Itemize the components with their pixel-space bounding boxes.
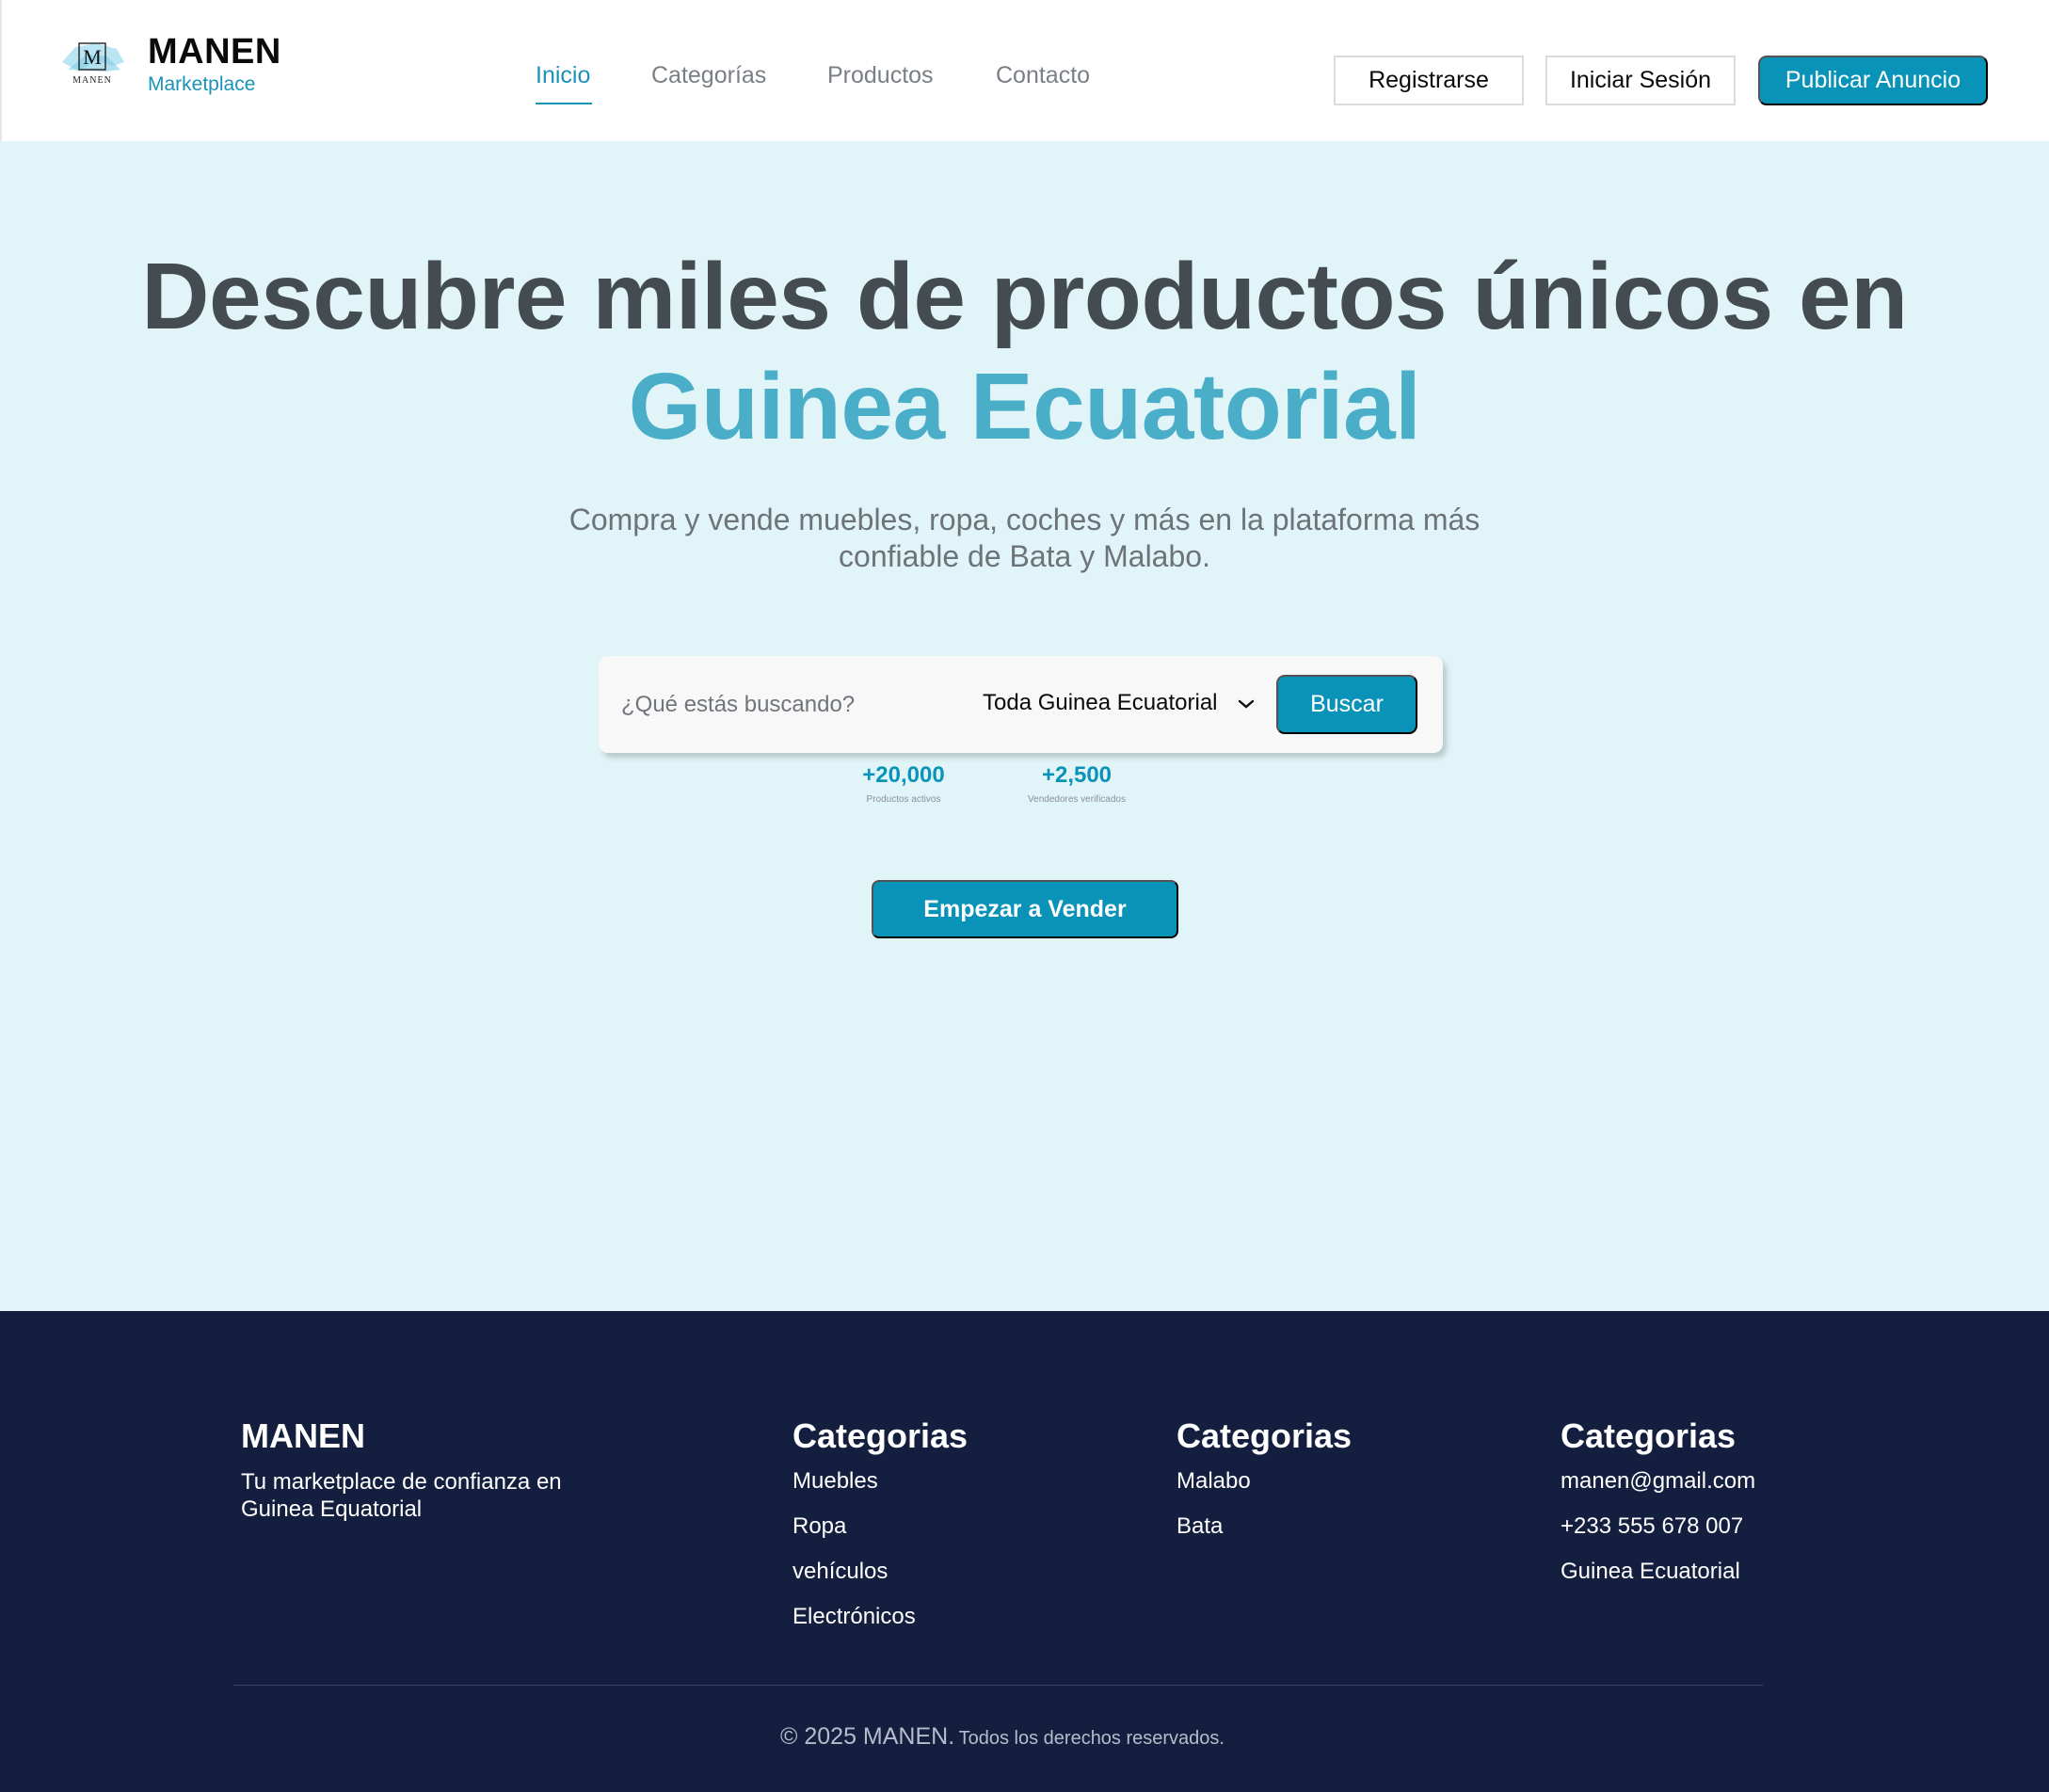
footer-phone-link[interactable]: +233 555 678 007 (1561, 1513, 1743, 1540)
stat-value: +20,000 (862, 762, 945, 788)
stat-products: +20,000 Productos activos (847, 762, 960, 805)
footer-column-title: Categorias (792, 1416, 968, 1455)
footer-location-text: Guinea Ecuatorial (1561, 1559, 1740, 1584)
location-select[interactable]: Toda Guinea Ecuatorial (983, 690, 1218, 716)
search-button[interactable]: Buscar (1276, 675, 1417, 734)
copyright: © 2025 MANEN. Todos los derechos reserva… (0, 1723, 2005, 1751)
nav-link-contacto[interactable]: Contacto (996, 62, 1090, 89)
stat-value: +2,500 (1041, 762, 1113, 788)
footer-link-muebles[interactable]: Muebles (792, 1468, 878, 1495)
svg-text:M: M (83, 45, 102, 69)
nav-link-categorias[interactable]: Categorías (651, 62, 766, 89)
footer-link-bata[interactable]: Bata (1177, 1513, 1223, 1540)
chevron-down-icon[interactable] (1237, 697, 1256, 711)
footer-column-title: Categorias (1561, 1416, 1737, 1455)
footer-brand: MANEN (241, 1416, 365, 1455)
top-navbar: M MANEN MANEN Marketplace Inicio Categor… (0, 0, 2049, 141)
brand-name[interactable]: MANEN (148, 32, 281, 72)
hero-title: Descubre miles de productos únicos en (141, 244, 1908, 349)
login-button[interactable]: Iniciar Sesión (1545, 56, 1736, 105)
copyright-main: © 2025 MANEN. (780, 1723, 955, 1750)
footer-email-link[interactable]: manen@gmail.com (1561, 1468, 1755, 1495)
search-input[interactable] (621, 688, 941, 722)
stat-label: Vendedores verificados (1028, 794, 1126, 805)
start-selling-button[interactable]: Empezar a Vender (872, 880, 1178, 938)
manen-logo-icon[interactable]: M MANEN (58, 34, 126, 94)
footer-link-malabo[interactable]: Malabo (1177, 1468, 1251, 1495)
svg-text:MANEN: MANEN (72, 75, 112, 86)
brand-subtitle: Marketplace (148, 73, 256, 95)
stat-sellers: +2,500 Vendedores verificados (1011, 762, 1143, 805)
footer-tagline: Tu marketplace de confianza en Guinea Eq… (241, 1469, 562, 1522)
publish-ad-button[interactable]: Publicar Anuncio (1758, 56, 1988, 105)
hero-title-highlight: Guinea Ecuatorial (628, 354, 1421, 459)
copyright-rest: Todos los derechos reservados. (958, 1728, 1225, 1749)
nav-link-inicio[interactable]: Inicio (536, 62, 590, 89)
footer-divider (233, 1685, 1763, 1686)
stat-label: Productos activos (866, 794, 941, 805)
footer-link-electronicos[interactable]: Electrónicos (792, 1604, 916, 1630)
hero-subtitle: Compra y vende muebles, ropa, coches y m… (568, 503, 1481, 573)
search-bar: Toda Guinea Ecuatorial Buscar (599, 656, 1443, 753)
footer-link-ropa[interactable]: Ropa (792, 1513, 846, 1540)
footer-link-vehiculos[interactable]: vehículos (792, 1559, 888, 1585)
nav-link-productos[interactable]: Productos (827, 62, 934, 89)
nav-active-indicator (536, 103, 592, 104)
footer: MANEN Tu marketplace de confianza en Gui… (0, 1311, 2049, 1792)
footer-column-title: Categorias (1177, 1416, 1353, 1455)
register-button[interactable]: Registrarse (1334, 56, 1524, 105)
hero-section: Descubre miles de productos únicos en Gu… (0, 141, 2049, 1311)
